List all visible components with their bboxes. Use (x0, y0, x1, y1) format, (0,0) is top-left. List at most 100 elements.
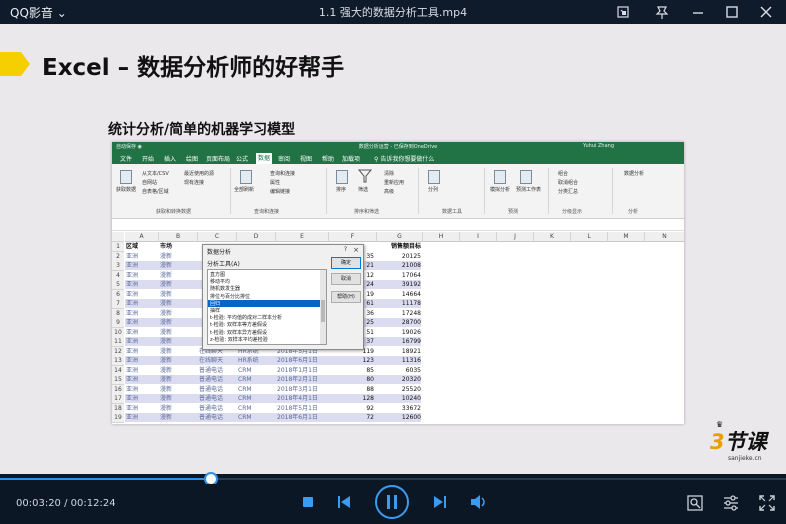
table-cell: 80 (366, 376, 374, 383)
table-cell: 漫新 (160, 271, 173, 279)
current-time: 00:03:20 (16, 498, 61, 509)
row-header: 13 (112, 356, 124, 366)
table-cell: 漫新 (160, 338, 173, 345)
row-header: 10 (112, 327, 124, 338)
table-cell: 16799 (401, 338, 421, 345)
row-header: 15 (112, 375, 124, 385)
group-button: 组合 (558, 171, 569, 177)
text-to-columns-icon (428, 170, 440, 184)
title-bar: QQ影音 ⌄ 1.1 强大的数据分析工具.mp4 (0, 0, 786, 24)
tab-help: 帮助 (322, 156, 335, 163)
table-cell: 漫新 (160, 290, 173, 298)
logo-text: 3节课 (710, 430, 767, 454)
table-cell: 亚洲 (126, 328, 139, 336)
analysis-tool-item: 排位与百分比排位 (210, 293, 251, 300)
equalizer-icon (724, 495, 738, 511)
screenshot-button[interactable] (686, 494, 704, 516)
pause-button[interactable] (374, 484, 410, 524)
table-cell: 亚洲 (126, 271, 139, 279)
formula-bar (112, 220, 684, 231)
seek-bar[interactable] (0, 474, 786, 484)
table-cell: 漫新 (160, 404, 173, 412)
help-icon: ? (343, 246, 347, 253)
excel-user-name: Yuhui Zhang (583, 143, 614, 149)
tab-page-layout: 页面布局 (206, 156, 231, 163)
table-cell: 72 (366, 414, 374, 421)
table-cell: 亚洲 (126, 404, 139, 412)
volume-button[interactable] (470, 494, 488, 514)
analysis-tool-item: 抽样 (210, 308, 221, 314)
table-cell: 12600 (401, 414, 421, 421)
table-cell: CRM (238, 376, 252, 383)
fullscreen-icon (759, 495, 775, 511)
table-cell: 14664 (401, 290, 421, 298)
pin-button[interactable] (652, 2, 672, 22)
table-cell: 17064 (401, 271, 421, 279)
table-header-cell: 区域 (126, 243, 139, 250)
table-cell: 20320 (401, 376, 421, 383)
analysis-tools-list: 直方图 移动平均 随机数发生器 排位与百分比排位 回归 抽样 t-检验: 平均值的成对二样本… (207, 269, 327, 345)
table-cell: 亚洲 (126, 347, 139, 355)
minimize-button[interactable] (688, 2, 708, 22)
settings-button[interactable] (722, 494, 740, 516)
row-header: 17 (112, 394, 124, 404)
table-cell: CRM (238, 404, 252, 412)
table-cell: 2018年6月1日 (277, 357, 318, 364)
row-header: 19 (112, 413, 124, 423)
col-header: M (608, 232, 645, 242)
logo-url: sanjieke.cn (728, 455, 762, 462)
fullscreen-button[interactable] (758, 494, 776, 516)
row-header: 5 (112, 280, 124, 290)
table-cell: 11316 (401, 357, 421, 364)
stop-button[interactable] (300, 494, 316, 514)
row-header: 8 (112, 308, 124, 319)
close-icon (760, 6, 772, 18)
properties: 属性 (270, 180, 281, 186)
clear: 清除 (384, 171, 395, 177)
data-analysis-button: 数据分析 (624, 171, 645, 177)
close-button[interactable] (756, 2, 776, 22)
maximize-button[interactable] (722, 2, 742, 22)
tab-home: 开始 (142, 156, 155, 163)
table-cell: 17248 (401, 309, 421, 317)
col-header: D (237, 232, 276, 242)
sort-icon (336, 170, 348, 184)
edit-links: 编辑链接 (270, 189, 291, 195)
col-header: B (159, 232, 198, 242)
row-header: 9 (112, 318, 124, 328)
table-cell: 漫新 (160, 385, 173, 393)
list-scrollbar (320, 270, 326, 344)
previous-button[interactable] (336, 494, 352, 514)
skip-back-icon (338, 496, 350, 508)
pin-icon (655, 6, 669, 19)
dialog-title: 数据分析 (207, 249, 232, 256)
seek-handle[interactable] (206, 474, 217, 484)
table-cell: 亚洲 (126, 395, 139, 402)
group-analysis: 分析 (628, 209, 639, 215)
row-header: 4 (112, 270, 124, 281)
excel-window: 自动保存 ◉ 数据分析运营 - 已保存到OneDrive Yuhui Zhang… (112, 142, 684, 424)
col-header: G (377, 232, 423, 242)
table-cell: 88 (366, 385, 374, 393)
table-cell: 普通电话 (199, 366, 224, 374)
table-cell: 漫新 (160, 328, 173, 336)
row-header: 7 (112, 299, 124, 309)
slide-subtitle: 统计分析/简单的机器学习模型 (108, 122, 296, 138)
col-header: K (534, 232, 571, 242)
mini-mode-button[interactable] (613, 2, 633, 22)
analysis-tool-item: t-检验: 双样本异方差假设 (210, 329, 268, 336)
what-if-icon (494, 170, 506, 184)
table-cell: CRM (238, 395, 252, 402)
next-button[interactable] (432, 494, 448, 514)
table-cell: 亚洲 (126, 338, 139, 345)
tab-view: 视图 (300, 156, 313, 163)
table-cell: CRM (238, 366, 252, 374)
refresh-all-label: 全部刷新 (234, 187, 255, 193)
table-cell: 6035 (405, 366, 421, 374)
video-frame[interactable]: Excel – 数据分析师的好帮手 统计分析/简单的机器学习模型 自动保存 ◉ … (0, 24, 786, 474)
table-cell: 10240 (401, 395, 421, 402)
group-outline: 分级显示 (562, 209, 583, 215)
excel-title-bar: 自动保存 ◉ 数据分析运营 - 已保存到OneDrive Yuhui Zhang (112, 142, 684, 152)
col-header: C (198, 232, 237, 242)
group-sort-filter: 排序和筛选 (354, 209, 380, 215)
